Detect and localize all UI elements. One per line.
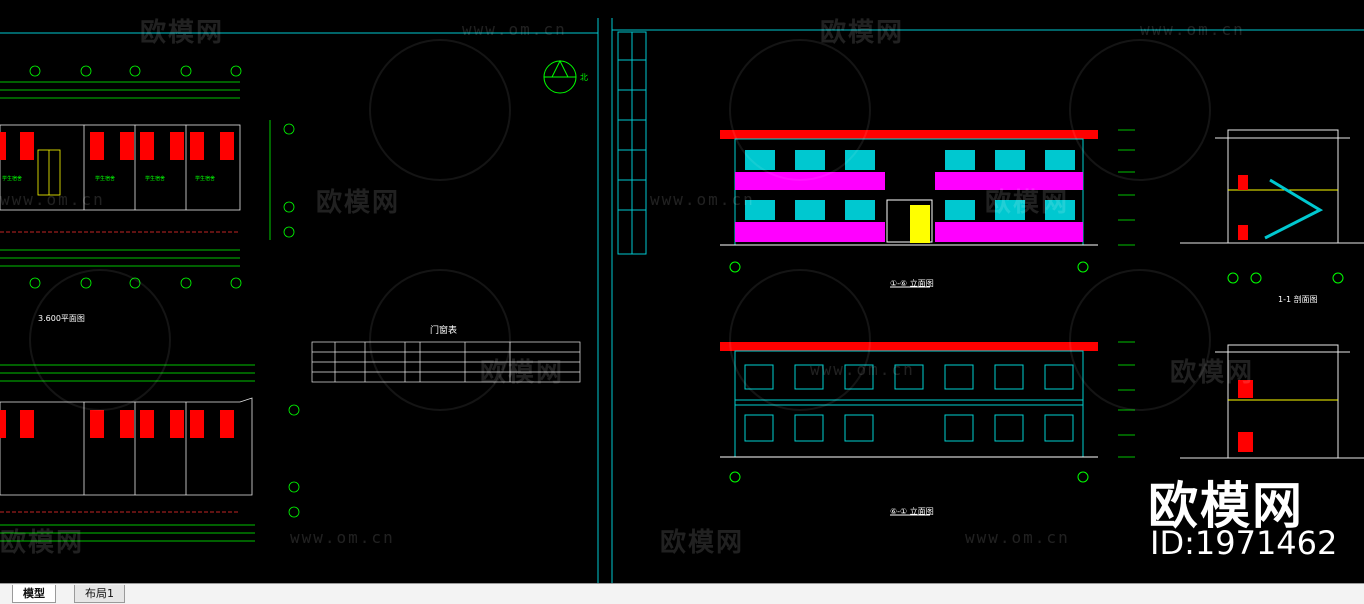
section-upper xyxy=(1180,129,1364,284)
watermark-brand: 欧模网 xyxy=(1170,358,1255,388)
tab-model[interactable]: 模型 xyxy=(12,585,56,603)
front-elevation-title: ①-⑥ 立面图 xyxy=(890,279,934,288)
north-label: 北 xyxy=(580,73,588,82)
watermark-brand: 欧模网 xyxy=(820,18,905,48)
door-table-title: 门窗表 xyxy=(430,326,458,336)
layout-tab-bar: 模型 布局1 xyxy=(0,583,1364,604)
watermark-url: www.om.cn xyxy=(810,360,915,379)
svg-text:学生宿舍: 学生宿舍 xyxy=(2,175,22,182)
watermark-url: www.om.cn xyxy=(1140,20,1245,39)
plan-upper-title: 3.600平面图 xyxy=(38,314,85,323)
watermark-brand: 欧模网 xyxy=(0,528,85,558)
overlay-id: ID:1971462 xyxy=(1150,524,1338,562)
watermark-brand: 欧模网 xyxy=(316,188,401,218)
svg-text:学生宿舍: 学生宿舍 xyxy=(95,175,115,182)
watermark-brand: 欧模网 xyxy=(660,528,745,558)
svg-text:学生宿舍: 学生宿舍 xyxy=(195,175,215,182)
watermark-url: www.om.cn xyxy=(965,528,1070,547)
svg-text:学生宿舍: 学生宿舍 xyxy=(145,175,165,182)
watermark-url: www.om.cn xyxy=(462,20,567,39)
section-title: 1-1 剖面图 xyxy=(1278,295,1318,304)
watermark-url: www.om.cn xyxy=(650,190,755,209)
rear-elevation-title: ⑥-① 立面图 xyxy=(890,507,934,516)
cad-drawing-canvas[interactable]: 学生宿舍 学生宿舍 学生宿舍 学生宿舍 欧模网 www.om.cn 欧模网 ww… xyxy=(0,0,1364,583)
tab-layout1[interactable]: 布局1 xyxy=(74,585,125,603)
watermark-brand: 欧模网 xyxy=(985,188,1070,218)
floor-plan-upper xyxy=(0,364,300,542)
watermark-brand: 欧模网 xyxy=(480,358,565,388)
floor-plan-lower: 学生宿舍 学生宿舍 学生宿舍 学生宿舍 xyxy=(0,65,295,289)
watermark-url: www.om.cn xyxy=(290,528,395,547)
watermark-url: www.om.cn xyxy=(0,190,105,209)
watermark-brand: 欧模网 xyxy=(140,18,225,48)
